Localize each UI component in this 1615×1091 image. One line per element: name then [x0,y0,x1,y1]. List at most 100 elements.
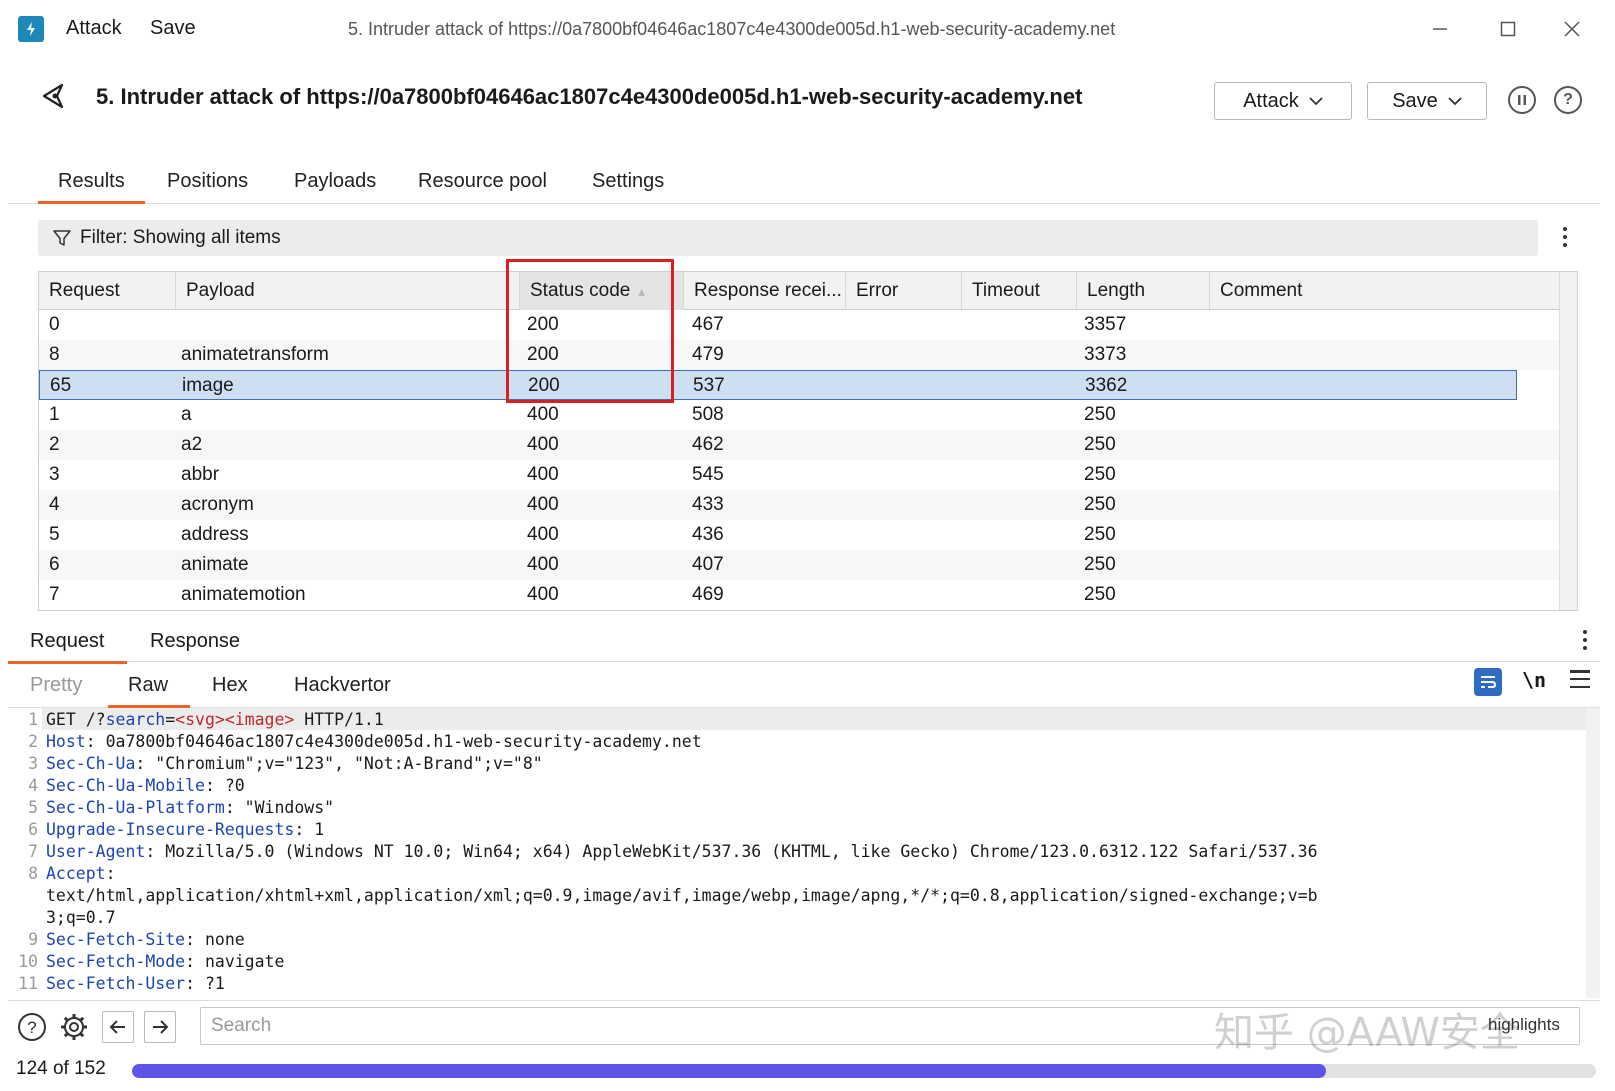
help-icon[interactable]: ? [16,1011,48,1043]
code-line-continued: 3;q=0.7 [46,908,116,927]
filter-menu-icon[interactable] [1560,227,1570,247]
cell-payload: animatemotion [181,584,306,605]
editor-scrollbar[interactable] [1586,708,1600,998]
tab-request[interactable]: Request [8,630,127,664]
cell-status: 400 [527,434,559,455]
column-error[interactable]: Error [846,272,962,310]
table-row[interactable]: 1 a 400 508 250 [39,400,1559,430]
request-editor[interactable]: 1 GET /?search=<svg><image> HTTP/1.1 2 H… [8,708,1600,998]
tab-positions[interactable]: Positions [167,170,248,201]
cell-status: 400 [527,494,559,515]
cell-request: 0 [49,314,60,335]
tab-settings[interactable]: Settings [592,170,664,201]
tab-hackvertor[interactable]: Hackvertor [294,674,391,705]
header-name: Host [46,732,86,751]
gear-icon[interactable] [58,1011,90,1043]
cell-request: 6 [49,554,60,575]
cell-length: 3373 [1084,344,1127,365]
table-row[interactable]: 8 animatetransform 200 479 3373 [39,340,1559,370]
table-row-selected[interactable]: 65 image 200 537 3362 [39,370,1517,400]
svg-text:?: ? [27,1018,36,1037]
column-length[interactable]: Length [1077,272,1210,310]
param-eq: = [165,710,176,729]
header-value: : [105,864,116,883]
status-row: 124 of 152 [8,1050,1600,1088]
line-number: 2 [28,732,38,751]
table-row[interactable]: 2 a2 400 462 250 [39,430,1559,460]
column-payload[interactable]: Payload [176,272,520,310]
hamburger-menu-icon[interactable] [1570,670,1590,688]
table-header: Request Payload Status code ▲ Response r… [39,272,1559,310]
cell-request: 65 [50,375,72,396]
arrow-left-icon[interactable] [102,1011,134,1043]
results-table: Request Payload Status code ▲ Response r… [38,271,1578,611]
table-row[interactable]: 4 acronym 400 433 250 [39,490,1559,520]
menu-save[interactable]: Save [150,17,196,40]
cell-payload: acronym [181,494,254,515]
filter-bar[interactable]: Filter: Showing all items [38,220,1538,256]
line-number: 10 [18,952,38,971]
message-menu-icon[interactable] [1580,630,1590,650]
tab-raw[interactable]: Raw [108,674,191,708]
menu-attack[interactable]: Attack [66,17,122,40]
request-protocol: HTTP/1.1 [294,710,384,729]
table-row[interactable]: 3 abbr 400 545 250 [39,460,1559,490]
code-line-continued: text/html,application/xhtml+xml,applicat… [46,886,1318,905]
attack-dropdown-button[interactable]: Attack [1214,82,1352,120]
line-number: 9 [28,930,38,949]
tab-response[interactable]: Response [150,630,240,661]
table-scrollbar[interactable] [1559,272,1577,610]
line-number: 3 [28,754,38,773]
tab-results[interactable]: Results [38,170,145,204]
save-dropdown-button[interactable]: Save [1367,82,1487,120]
cell-response: 545 [692,464,724,485]
line-number: 11 [18,974,38,993]
highlights-label[interactable]: highlights [1488,1015,1560,1035]
header-name: Upgrade-Insecure-Requests [46,820,295,839]
code-line: Accept: [46,864,116,883]
header-name: Sec-Ch-Ua-Mobile [46,776,205,795]
progress-fill [132,1064,1327,1078]
pause-icon[interactable] [1508,86,1536,114]
table-row[interactable]: 5 address 400 436 250 [39,520,1559,550]
newline-toggle-icon[interactable]: \n [1522,668,1546,692]
header-name: Sec-Fetch-Mode [46,952,186,971]
cell-length: 250 [1084,464,1116,485]
column-response-received[interactable]: Response recei... [684,272,846,310]
cell-response: 508 [692,404,724,425]
cell-request: 1 [49,404,60,425]
header-value: : Mozilla/5.0 (Windows NT 10.0; Win64; x… [145,842,1318,861]
header-value: : 1 [294,820,325,839]
cell-response: 436 [692,524,724,545]
header-value: : ?0 [204,776,245,795]
cell-length: 250 [1084,584,1116,605]
arrow-right-icon[interactable] [144,1011,176,1043]
cell-length: 3362 [1085,375,1128,396]
column-timeout[interactable]: Timeout [962,272,1077,310]
help-icon[interactable]: ? [1554,86,1582,114]
table-row[interactable]: 7 animatemotion 400 469 250 [39,580,1559,610]
cell-status: 400 [527,404,559,425]
code-line: Sec-Fetch-Mode: navigate [46,952,284,971]
chevron-down-icon [1309,97,1323,106]
header-name: User-Agent [46,842,146,861]
cell-response: 433 [692,494,724,515]
tab-pretty[interactable]: Pretty [30,674,82,705]
cell-response: 407 [692,554,724,575]
tab-payloads[interactable]: Payloads [294,170,376,201]
code-line: GET /?search=<svg><image> HTTP/1.1 [46,710,384,729]
maximize-icon[interactable] [1488,12,1528,46]
attack-header: 5. Intruder attack of https://0a7800bf04… [8,56,1600,146]
header-name: Sec-Fetch-Site [46,930,186,949]
code-line: User-Agent: Mozilla/5.0 (Windows NT 10.0… [46,842,1318,861]
table-row[interactable]: 0 200 467 3357 [39,310,1559,340]
tab-hex[interactable]: Hex [212,674,248,705]
tab-resource-pool[interactable]: Resource pool [418,170,547,201]
column-request[interactable]: Request [39,272,176,310]
close-icon[interactable] [1552,12,1592,46]
word-wrap-icon[interactable] [1474,668,1502,696]
param-value: <svg><image> [175,710,295,729]
minimize-icon[interactable] [1420,12,1460,46]
table-row[interactable]: 6 animate 400 407 250 [39,550,1559,580]
column-comment[interactable]: Comment [1210,272,1559,310]
